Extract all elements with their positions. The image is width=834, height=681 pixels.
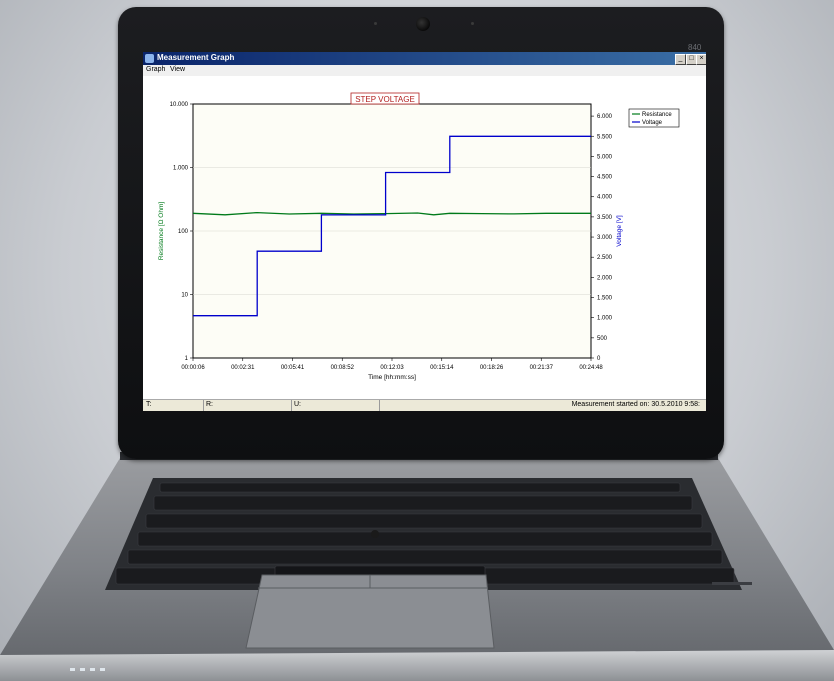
app-icon (145, 54, 154, 63)
left-tick-label: 10 (181, 293, 188, 299)
status-t: T: (146, 401, 152, 408)
right-tick-label: 4.000 (597, 195, 613, 201)
menu-view[interactable]: View (170, 66, 185, 73)
x-tick-label: 00:18:26 (480, 365, 504, 371)
menu-bar: Graph View (143, 65, 706, 76)
webcam (416, 17, 430, 31)
x-tick-label: 00:08:52 (331, 365, 355, 371)
chart-title: STEP VOLTAGE (355, 95, 415, 104)
right-tick-label: 1.500 (597, 296, 613, 302)
mic (471, 22, 474, 25)
x-tick-label: 00:05:41 (281, 365, 305, 371)
status-u: U: (294, 401, 301, 408)
legend-resistance-label: Resistance (642, 112, 672, 118)
app-window: Measurement Graph _ □ × Graph View 10.00… (143, 52, 706, 411)
status-cell-r (203, 400, 292, 411)
right-tick-label: 5.000 (597, 154, 613, 160)
right-tick-label: 4.500 (597, 175, 613, 181)
measurement-chart: 10.000 1.000 100 10 1 6.000 5.500 5.000 4.500 4.0… (158, 92, 680, 381)
status-cell-u (291, 400, 380, 411)
right-tick-label: 2.000 (597, 275, 613, 281)
chart-area: 10.000 1.000 100 10 1 6.000 5.500 5.000 4.500 4.0… (143, 76, 706, 399)
right-tick-label: 0 (597, 356, 601, 362)
y-axis-left-label: Resistance [Ω Ohm] (158, 202, 165, 261)
y-axis-right-label: Voltage [V] (616, 215, 623, 247)
right-tick-label: 2.500 (597, 255, 613, 261)
status-started: Measurement started on: 30.5.2010 9:58: (571, 401, 700, 408)
menu-graph[interactable]: Graph (146, 66, 165, 73)
title-bar[interactable]: Measurement Graph _ □ × (143, 52, 706, 65)
left-tick-label: 1 (185, 356, 189, 362)
x-tick-label: 00:24:48 (579, 365, 603, 371)
window-title: Measurement Graph (157, 53, 235, 62)
x-tick-label: 00:12:03 (380, 365, 404, 371)
left-tick-label: 10.000 (170, 102, 189, 108)
right-tick-label: 5.500 (597, 134, 613, 140)
x-axis-label: Time [hh:mm:ss] (368, 374, 416, 381)
model-number: 840 (688, 43, 702, 52)
legend-voltage-label: Voltage (642, 120, 663, 126)
right-tick-label: 3.500 (597, 215, 613, 221)
ambient-sensor (374, 22, 377, 25)
right-tick-label: 6.000 (597, 114, 613, 120)
right-tick-label: 500 (597, 336, 608, 342)
close-button[interactable]: × (696, 54, 706, 65)
x-tick-label: 00:02:31 (231, 365, 255, 371)
left-tick-label: 100 (178, 229, 189, 235)
status-r: R: (206, 401, 213, 408)
right-tick-label: 1.000 (597, 316, 613, 322)
left-tick-label: 1.000 (173, 166, 189, 172)
x-tick-label: 00:15:14 (430, 365, 454, 371)
minimize-button[interactable]: _ (675, 54, 686, 65)
status-bar: T: R: U: Measurement started on: 30.5.20… (143, 399, 706, 411)
right-tick-label: 3.000 (597, 235, 613, 241)
x-tick-label: 00:21:37 (530, 365, 554, 371)
x-tick-label: 00:00:06 (181, 365, 205, 371)
status-cell-t (143, 400, 204, 411)
